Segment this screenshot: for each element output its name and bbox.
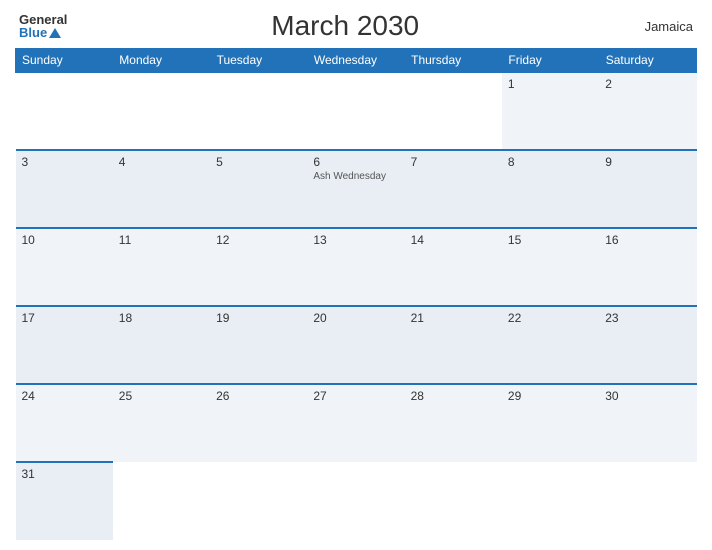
calendar-cell: [502, 462, 599, 540]
calendar-cell: [307, 72, 404, 150]
day-number: 8: [508, 155, 593, 169]
day-number: 17: [22, 311, 107, 325]
country-label: Jamaica: [623, 19, 693, 34]
day-number: 2: [605, 77, 690, 91]
calendar-cell: [210, 72, 307, 150]
calendar-cell: [307, 462, 404, 540]
calendar-cell: 26: [210, 384, 307, 462]
day-header-tuesday: Tuesday: [210, 49, 307, 73]
logo: General Blue: [19, 13, 67, 39]
calendar-table: SundayMondayTuesdayWednesdayThursdayFrid…: [15, 48, 697, 540]
calendar-cell: 31: [16, 462, 113, 540]
calendar-week-row: 3456 Ash Wednesday 789: [16, 150, 697, 228]
calendar-week-row: 17 18 19 20 21 22 23: [16, 306, 697, 384]
day-header-wednesday: Wednesday: [307, 49, 404, 73]
calendar-cell: 2: [599, 72, 696, 150]
calendar-cell: [599, 462, 696, 540]
day-number: 14: [411, 233, 496, 247]
calendar-cell: 16: [599, 228, 696, 306]
calendar-cell: 5: [210, 150, 307, 228]
event-label: Ash Wednesday: [313, 171, 398, 182]
calendar-cell: 17: [16, 306, 113, 384]
day-number: 27: [313, 389, 398, 403]
calendar-cell: 24: [16, 384, 113, 462]
calendar-cell: 23: [599, 306, 696, 384]
day-number: 21: [411, 311, 496, 325]
calendar-cell: [16, 72, 113, 150]
calendar-cell: 7: [405, 150, 502, 228]
calendar-cell: 27: [307, 384, 404, 462]
calendar-cell: [405, 462, 502, 540]
calendar-cell: 21: [405, 306, 502, 384]
calendar-cell: 8: [502, 150, 599, 228]
day-header-thursday: Thursday: [405, 49, 502, 73]
calendar-header: General Blue March 2030 Jamaica: [15, 10, 697, 42]
calendar-header-row: SundayMondayTuesdayWednesdayThursdayFrid…: [16, 49, 697, 73]
day-number: 9: [605, 155, 690, 169]
day-number: 12: [216, 233, 301, 247]
calendar-cell: 3: [16, 150, 113, 228]
day-header-sunday: Sunday: [16, 49, 113, 73]
day-number: 29: [508, 389, 593, 403]
day-number: 6: [313, 155, 398, 169]
day-number: 4: [119, 155, 204, 169]
calendar-cell: [405, 72, 502, 150]
calendar-cell: [210, 462, 307, 540]
day-number: 23: [605, 311, 690, 325]
day-number: 22: [508, 311, 593, 325]
day-number: 30: [605, 389, 690, 403]
day-number: 24: [22, 389, 107, 403]
day-number: 25: [119, 389, 204, 403]
day-number: 10: [22, 233, 107, 247]
day-number: 31: [22, 467, 107, 481]
calendar-week-row: 24 25 26 27 28 29 30: [16, 384, 697, 462]
day-number: 15: [508, 233, 593, 247]
calendar-week-row: 31: [16, 462, 697, 540]
day-header-friday: Friday: [502, 49, 599, 73]
calendar-cell: 14: [405, 228, 502, 306]
calendar-cell: 15: [502, 228, 599, 306]
calendar-cell: 20: [307, 306, 404, 384]
calendar-week-row: 12: [16, 72, 697, 150]
calendar-cell: 4: [113, 150, 210, 228]
calendar-cell: 28: [405, 384, 502, 462]
calendar-cell: 29: [502, 384, 599, 462]
logo-blue-text: Blue: [19, 26, 67, 39]
day-number: 13: [313, 233, 398, 247]
day-number: 16: [605, 233, 690, 247]
calendar-cell: [113, 462, 210, 540]
logo-triangle-icon: [49, 28, 61, 38]
calendar-cell: 9: [599, 150, 696, 228]
calendar-cell: 22: [502, 306, 599, 384]
calendar-week-row: 10 11 12 13 14 15 16: [16, 228, 697, 306]
calendar-cell: 30: [599, 384, 696, 462]
day-number: 5: [216, 155, 301, 169]
day-number: 18: [119, 311, 204, 325]
day-header-saturday: Saturday: [599, 49, 696, 73]
day-number: 20: [313, 311, 398, 325]
calendar-cell: 25: [113, 384, 210, 462]
calendar-cell: 13: [307, 228, 404, 306]
day-number: 1: [508, 77, 593, 91]
calendar-cell: 12: [210, 228, 307, 306]
calendar-cell: [113, 72, 210, 150]
day-header-monday: Monday: [113, 49, 210, 73]
calendar-cell: 6 Ash Wednesday: [307, 150, 404, 228]
month-title: March 2030: [67, 10, 623, 42]
day-number: 3: [22, 155, 107, 169]
day-number: 26: [216, 389, 301, 403]
calendar-cell: 1: [502, 72, 599, 150]
day-number: 19: [216, 311, 301, 325]
calendar-cell: 11: [113, 228, 210, 306]
day-number: 11: [119, 233, 204, 247]
calendar-cell: 18: [113, 306, 210, 384]
calendar-cell: 10: [16, 228, 113, 306]
day-number: 7: [411, 155, 496, 169]
calendar-cell: 19: [210, 306, 307, 384]
day-number: 28: [411, 389, 496, 403]
